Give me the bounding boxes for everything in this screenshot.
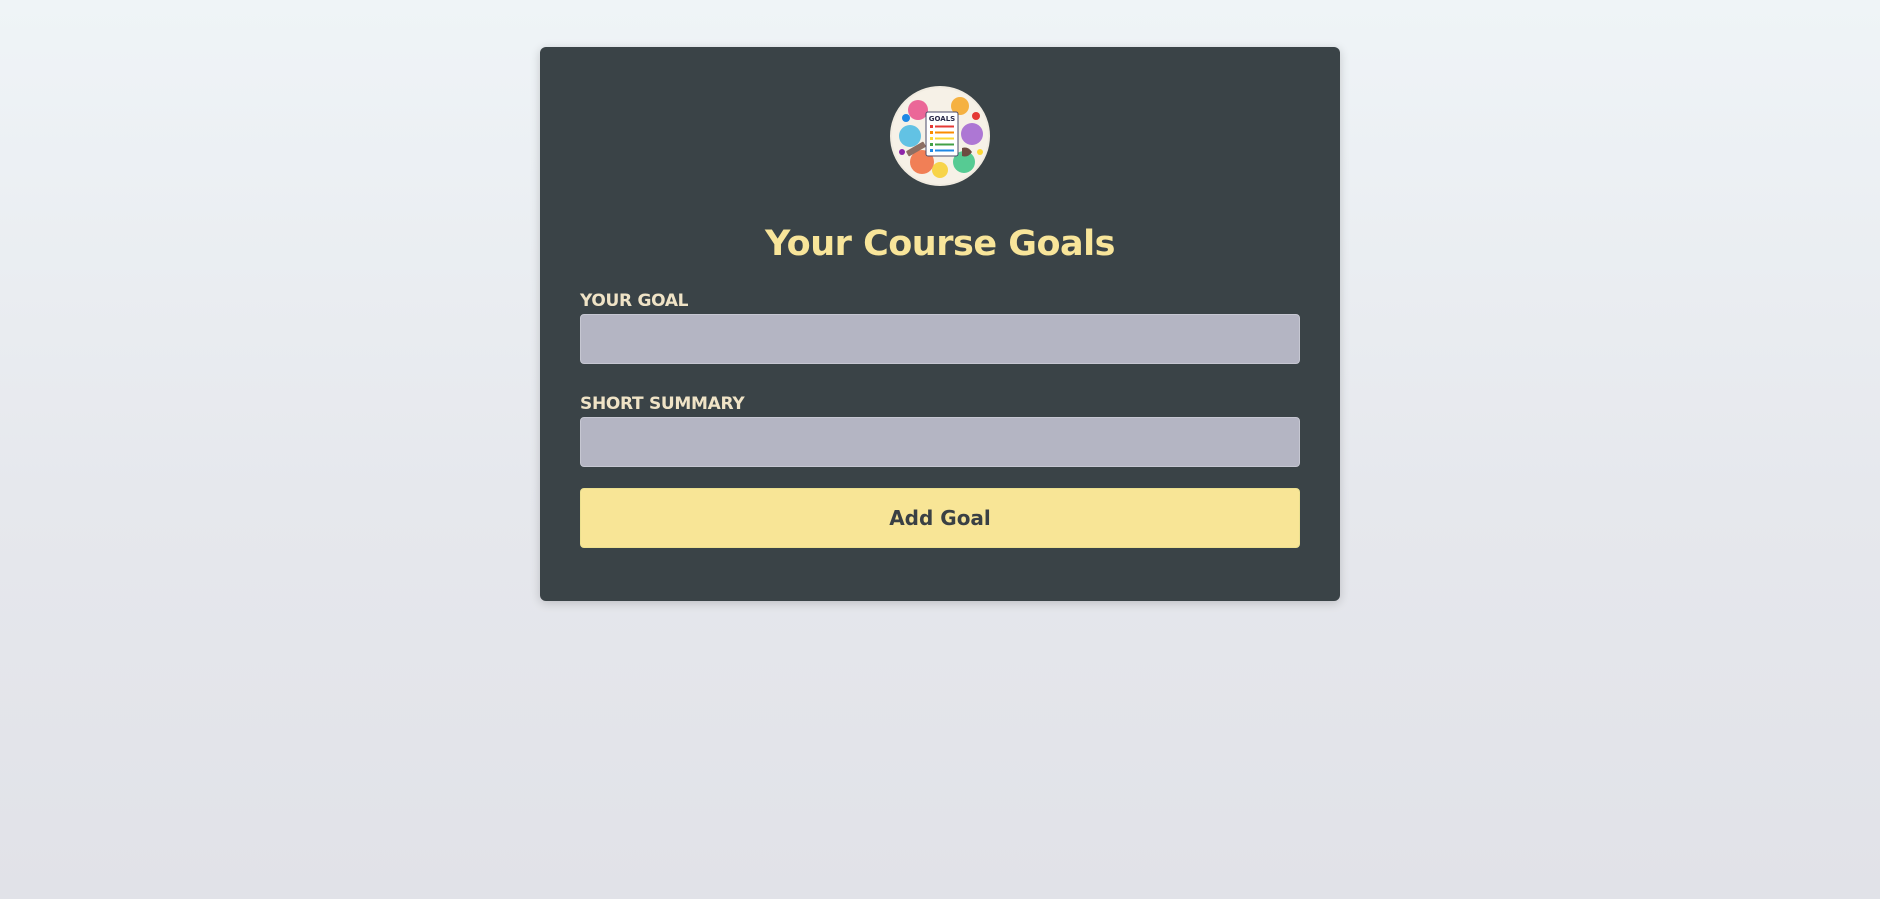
- goal-input[interactable]: [580, 314, 1300, 364]
- goal-form-card: GOALS Your Course Goals YOUR GOAL SHORT …: [540, 47, 1340, 601]
- summary-label: SHORT SUMMARY: [580, 394, 745, 414]
- add-goal-button[interactable]: Add Goal: [580, 488, 1300, 548]
- page-title: Your Course Goals: [765, 224, 1115, 264]
- summary-input[interactable]: [580, 417, 1300, 467]
- logo-text: GOALS: [929, 115, 955, 123]
- goals-logo-icon: GOALS: [892, 88, 988, 184]
- goal-label: YOUR GOAL: [580, 291, 689, 311]
- goals-logo: GOALS: [890, 86, 990, 186]
